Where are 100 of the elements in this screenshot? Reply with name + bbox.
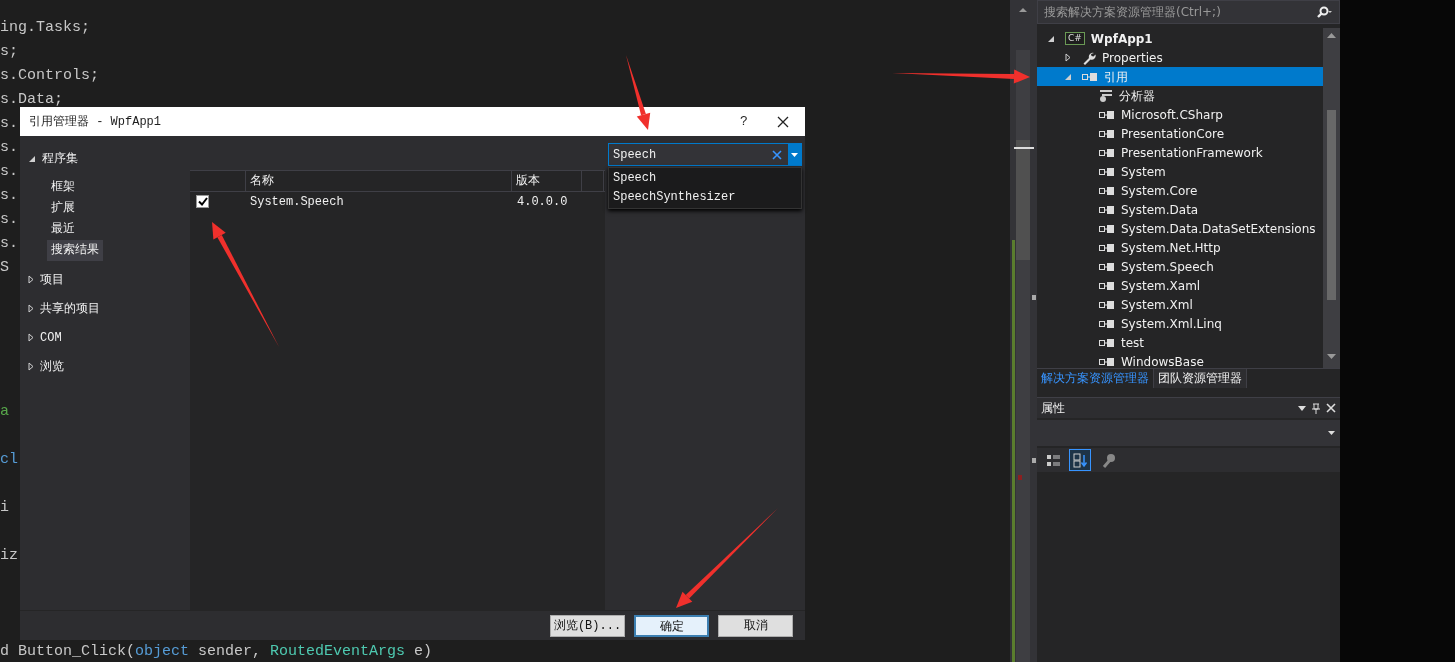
table-cell-text: 4.0.0.0 <box>516 193 568 211</box>
tree-item[interactable]: System.Xml.Linq <box>1037 314 1323 333</box>
categorized-icon <box>1045 452 1061 468</box>
search-box[interactable]: 搜索解决方案资源管理器(Ctrl+;) <box>1037 0 1340 24</box>
code-line: ing.Tasks; <box>0 18 90 38</box>
tree-scrollbar[interactable] <box>1323 28 1340 368</box>
tree-label: System.Net.Http <box>1121 239 1221 257</box>
code-line: s. <box>0 210 18 230</box>
search-field[interactable]: 搜索解决方案资源管理器(Ctrl+;) <box>1044 3 1315 21</box>
code-line: s.Data; <box>0 90 63 110</box>
suggestion-item[interactable]: Speech <box>609 169 801 188</box>
caret-down-icon[interactable] <box>1298 405 1306 411</box>
column-header[interactable]: 版本 <box>512 171 582 191</box>
reference-icon <box>1099 261 1115 272</box>
code-line: s; <box>0 42 18 62</box>
tree-label: 分析器 <box>1119 87 1155 105</box>
nav-group[interactable]: 项目 <box>40 270 64 289</box>
reference-icon <box>1099 185 1115 196</box>
tree-label: System.Speech <box>1121 258 1214 276</box>
nav-item[interactable]: 搜索结果 <box>47 240 103 261</box>
tree-label: Properties <box>1102 49 1163 67</box>
dropdown-button[interactable] <box>788 144 801 165</box>
search-field[interactable]: Speech <box>609 145 772 164</box>
tree-label: WindowsBase <box>1121 353 1204 371</box>
code-line: cl <box>0 450 18 470</box>
project-icon: C# <box>1065 32 1085 45</box>
tree-item[interactable]: PresentationFramework <box>1037 143 1323 162</box>
code-line: s. <box>0 186 18 206</box>
nav-group[interactable]: 程序集 <box>42 149 78 168</box>
tree-item[interactable]: WindowsBase <box>1037 352 1323 371</box>
code-line: s. <box>0 138 18 158</box>
tree-label: PresentationCore <box>1121 125 1225 143</box>
nav-group[interactable]: 共享的项目 <box>40 299 100 318</box>
code-line: S <box>0 258 9 278</box>
reference-icon <box>1099 166 1115 177</box>
code-line: s.Controls; <box>0 66 100 86</box>
caret-down-icon[interactable] <box>28 154 36 163</box>
help-button[interactable]: ? <box>729 111 759 132</box>
panel-title: 属性 <box>1041 400 1066 417</box>
nav-item[interactable]: 扩展 <box>47 198 79 219</box>
nav-group[interactable]: COM <box>40 328 62 347</box>
dialog-button[interactable]: 确定 <box>634 614 709 637</box>
reference-icon <box>1099 223 1115 234</box>
search-icon[interactable] <box>1315 6 1333 18</box>
reference-icon <box>1099 242 1115 253</box>
toolbar-button[interactable] <box>1069 449 1091 471</box>
reference-icon <box>1099 356 1115 367</box>
panel-tab[interactable]: 团队资源管理器 <box>1154 369 1247 388</box>
tree-item[interactable]: PresentationCore <box>1037 124 1323 143</box>
tree-item[interactable]: 分析器 <box>1037 86 1323 105</box>
search-box[interactable]: Speech <box>608 143 802 166</box>
tree-label: WpfApp1 <box>1090 30 1153 48</box>
tree-label: System.Data <box>1121 201 1199 219</box>
tree-item[interactable]: System <box>1037 162 1323 181</box>
tree-label: System.Data.DataSetExtensions <box>1121 220 1316 238</box>
close-icon[interactable] <box>777 115 789 128</box>
tree-label: PresentationFramework <box>1121 144 1263 162</box>
reference-icon <box>1099 204 1115 215</box>
caret-right-icon[interactable] <box>28 304 34 313</box>
pin-icon[interactable] <box>1312 402 1320 414</box>
code-line: d Button_Click(object sender, RoutedEventArgs e) <box>0 642 433 662</box>
tree-item[interactable]: Microsoft.CSharp <box>1037 105 1323 124</box>
caret-down-icon[interactable] <box>1047 34 1055 43</box>
tree-item[interactable]: System.Speech <box>1037 257 1323 276</box>
caret-right-icon[interactable] <box>28 275 34 284</box>
reference-icon <box>1099 128 1115 139</box>
dialog-button[interactable]: 取消 <box>718 614 793 637</box>
clear-icon[interactable] <box>772 149 782 160</box>
tree-label: 引用 <box>1104 68 1128 86</box>
caret-right-icon[interactable] <box>28 362 34 371</box>
checkbox[interactable] <box>196 195 209 208</box>
reference-icon <box>1082 71 1098 82</box>
table-cell-text: System.Speech <box>249 193 345 211</box>
nav-item[interactable]: 框架 <box>47 177 79 198</box>
tree-item[interactable]: System.Xaml <box>1037 276 1323 295</box>
analyzer-icon <box>1099 89 1113 102</box>
tree-item[interactable]: System.Xml <box>1037 295 1323 314</box>
nav-group[interactable]: 浏览 <box>40 357 64 376</box>
reference-icon <box>1099 299 1115 310</box>
tree-item[interactable]: Properties <box>1037 48 1323 67</box>
column-header[interactable]: 名称 <box>246 171 512 191</box>
tree-label: System.Xaml <box>1121 277 1201 295</box>
code-line: i <box>0 498 9 518</box>
caret-right-icon[interactable] <box>28 333 34 342</box>
tree-item[interactable]: test <box>1037 333 1323 352</box>
tree-item[interactable]: System.Data <box>1037 200 1323 219</box>
tree-item[interactable]: System.Core <box>1037 181 1323 200</box>
dialog-button[interactable]: 浏览(B)... <box>550 614 625 637</box>
reference-icon <box>1099 109 1115 120</box>
caret-right-icon[interactable] <box>1065 53 1071 62</box>
tree-item[interactable]: 引用 <box>1037 67 1323 86</box>
code-line: a <box>0 402 9 422</box>
nav-item[interactable]: 最近 <box>47 219 79 240</box>
caret-down-icon <box>791 152 798 157</box>
code-line: s. <box>0 234 18 254</box>
tree-label: test <box>1121 334 1145 352</box>
tree-item[interactable]: C# WpfApp1 <box>1037 29 1323 48</box>
tree-item[interactable]: System.Net.Http <box>1037 238 1323 257</box>
tree-item[interactable]: System.Data.DataSetExtensions <box>1037 219 1323 238</box>
suggestion-item[interactable]: SpeechSynthesizer <box>609 188 801 207</box>
